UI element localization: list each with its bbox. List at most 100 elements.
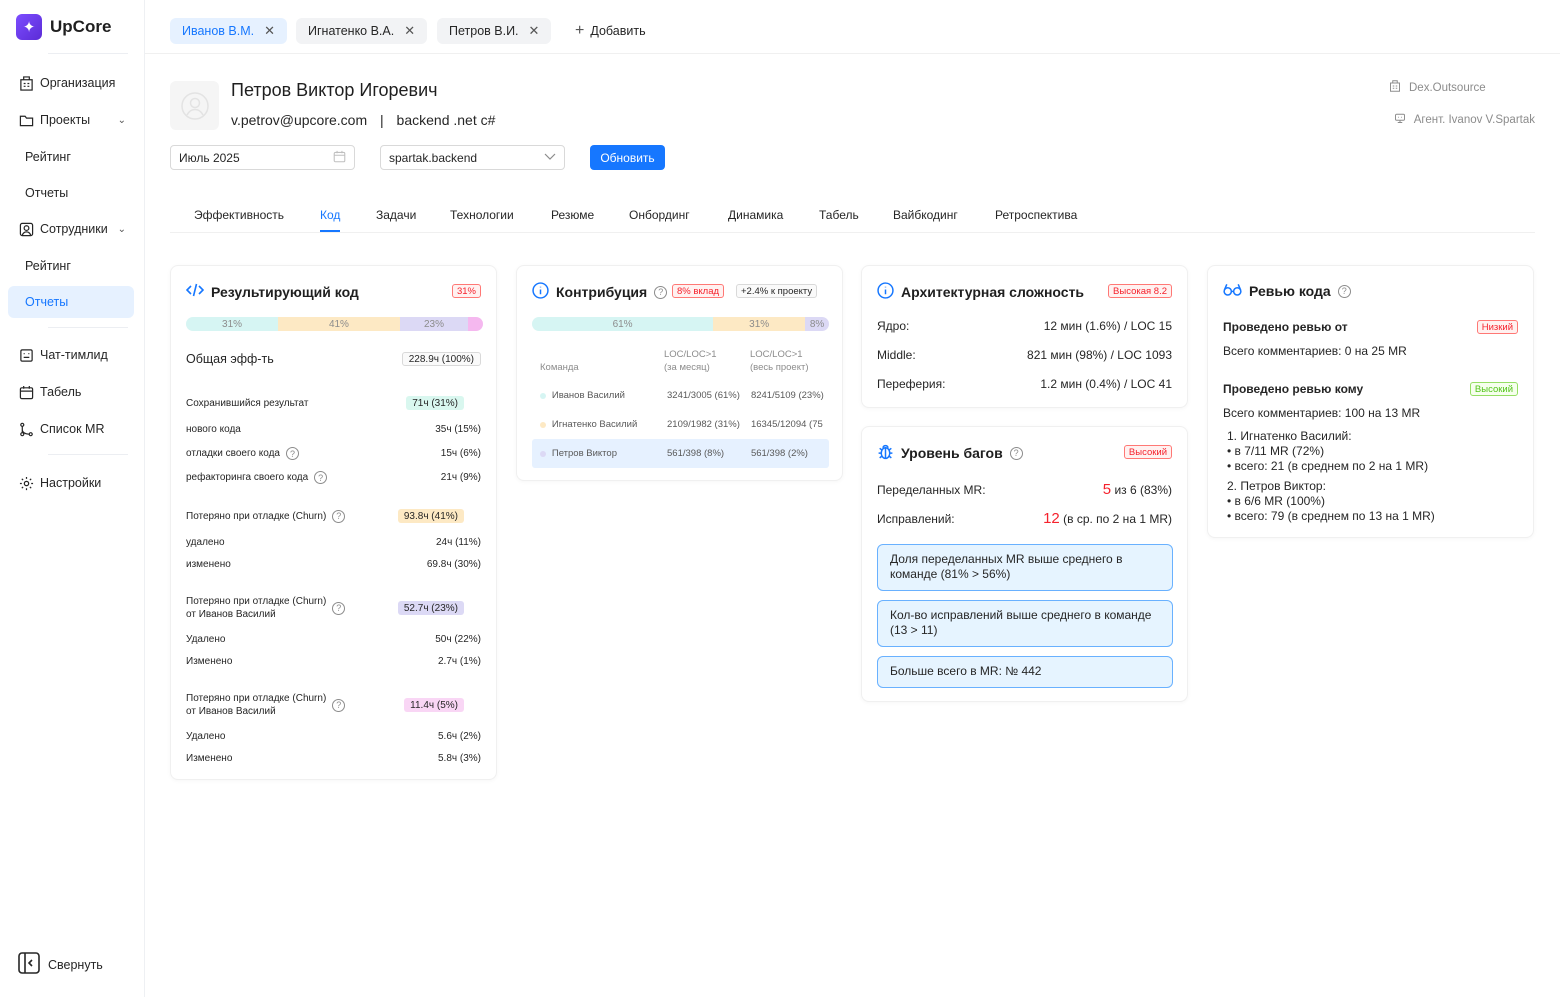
tab-dynamics[interactable]: Динамика (728, 208, 783, 222)
person-tab[interactable]: Иванов В.М. ✕ (170, 18, 288, 44)
help-icon[interactable]: ? (1009, 446, 1023, 460)
sidebar-item-projects-reports[interactable]: Отчеты (8, 177, 134, 209)
tab-technologies[interactable]: Технологии (450, 208, 514, 222)
collapse-button[interactable]: Свернуть (18, 952, 103, 977)
user-square-icon (18, 221, 34, 237)
complexity-tag: Высокая 8.2 (1108, 284, 1172, 298)
tab-timesheet[interactable]: Табель (819, 208, 859, 222)
close-icon[interactable]: ✕ (529, 23, 540, 39)
card-title: Контрибуция ? (532, 282, 668, 302)
bug-level-tag: Высокий (1123, 445, 1172, 459)
sidebar-item-label: Рейтинг (25, 150, 71, 164)
sidebar-item-settings[interactable]: Настройки (8, 467, 134, 499)
person-tab[interactable]: Игнатенко В.А. ✕ (296, 18, 428, 44)
tab-efficiency[interactable]: Эффективность (194, 208, 284, 222)
table-row[interactable]: Иванов Василий 3241/3005 (61%) 8241/5109 (… (532, 381, 829, 410)
info-icon (877, 282, 894, 302)
add-label: Добавить (590, 24, 646, 38)
help-icon[interactable]: ? (654, 285, 668, 299)
review-to-tag: Высокий (1469, 382, 1518, 396)
bar-segment: 31% (186, 317, 279, 331)
sparkle-icon: ✦ (16, 14, 42, 40)
add-person-button[interactable]: + Добавить (575, 18, 646, 44)
total-efficiency-value: 228.9ч (100%) (401, 352, 481, 366)
code-share-bar: 31% 41% 23% (186, 317, 483, 331)
churn-from-value: 52.7ч (23%) (397, 601, 464, 615)
churn-detail-row: Изменено 2.7ч (1%) (186, 656, 481, 667)
sidebar-item-employees-rating[interactable]: Рейтинг (8, 250, 134, 282)
contribution-card: Контрибуция ? 8% вклад +2.4% к проекту 6… (516, 265, 843, 481)
help-icon[interactable]: ? (332, 601, 346, 615)
sidebar-item-chat-teamlead[interactable]: Чат-тимлид (8, 339, 134, 371)
table-header: Команда LOC/LOC>1 (за месяц) LOC/LOC>1 (ве… (540, 349, 809, 373)
bar-segment: 8% (805, 317, 829, 331)
tab-onboarding[interactable]: Онбординг (629, 208, 690, 222)
arch-row: Переферия: 1.2 мин (0.4%) / LOC 41 (877, 377, 1172, 391)
tab-vibecoding[interactable]: Вайбкодинг (893, 208, 958, 222)
sidebar-item-employees-reports[interactable]: Отчеты (8, 286, 134, 318)
repo-select[interactable]: spartak.backend (380, 145, 565, 170)
folder-icon (18, 112, 34, 128)
remade-mr-row: Переделанных MR: 5 из 6 (83%) (877, 481, 1172, 498)
sidebar-item-mr-list[interactable]: Список MR (8, 413, 134, 445)
review-from-text: Всего комментариев: 0 на 25 MR (1223, 344, 1407, 358)
sidebar-item-label: Отчеты (25, 186, 69, 200)
sidebar-item-label: Список MR (40, 422, 105, 436)
bar-segment: 31% (713, 317, 806, 331)
sidebar-item-organization[interactable]: Организация (8, 67, 134, 99)
tab-code[interactable]: Код (320, 208, 341, 232)
update-button[interactable]: Обновить (590, 145, 665, 170)
architecture-card: Архитектурная сложность Высокая 8.2 Ядро… (861, 265, 1188, 408)
list-item: • в 6/6 MR (100%) (1227, 494, 1325, 508)
chevron-down-icon (544, 150, 556, 165)
saved-result-value: 71ч (31%) (406, 396, 464, 410)
resulting-code-card: Результирующий код 31% 31% 41% 23% Общая э… (170, 265, 497, 780)
avatar (170, 81, 219, 130)
card-title: Ревью кода ? (1223, 282, 1351, 300)
logo[interactable]: ✦ UpCore (16, 14, 111, 40)
app-name: UpCore (50, 17, 112, 36)
bar-segment: 23% (399, 317, 469, 331)
help-icon[interactable]: ? (286, 447, 299, 460)
agent-name: Агент. Ivanov V.Spartak (1413, 113, 1535, 126)
divider (48, 327, 128, 328)
review-from-label: Проведено ревью от (1223, 320, 1348, 334)
sidebar-item-projects-rating[interactable]: Рейтинг (8, 141, 134, 173)
sidebar: ✦ UpCore Организация Проекты ⌄ Рейтинг О… (0, 0, 145, 997)
company-info: Dex.Outsource (1389, 80, 1535, 95)
sidebar-item-employees[interactable]: Сотрудники ⌄ (8, 213, 134, 245)
calendar-icon (18, 384, 34, 400)
person-tab[interactable]: Петров В.И. ✕ (437, 18, 552, 44)
tab-resume[interactable]: Резюме (551, 208, 594, 222)
churn-row: Потеряно при отладке (Churn)? 93.8ч (41%… (186, 509, 481, 523)
contribution-tag: 8% вклад (672, 284, 725, 298)
table-row-selected[interactable]: Петров Виктор 561/398 (8%) 561/398 (2%) (532, 439, 829, 468)
tab-tasks[interactable]: Задачи (376, 208, 416, 222)
review-to-text: Всего комментариев: 100 на 13 MR (1223, 406, 1421, 420)
divider (48, 454, 128, 455)
project-delta-tag: +2.4% к проекту (736, 284, 818, 298)
churn-detail-row: Изменено 5.8ч (3%) (186, 753, 481, 764)
saved-result-row: Сохранившийся результат 71ч (31%) (186, 396, 481, 410)
help-icon[interactable]: ? (332, 698, 346, 712)
table-row[interactable]: Игнатенко Василий 2109/1982 (31%) 16345/12… (532, 410, 829, 439)
gear-icon (18, 475, 34, 491)
sidebar-item-label: Отчеты (25, 295, 69, 309)
close-icon[interactable]: ✕ (264, 23, 275, 39)
tab-retrospective[interactable]: Ретроспектива (995, 208, 1077, 222)
churn-from-row: Потеряно при отладке (Churn) от Иванов Ва… (186, 692, 481, 718)
month-picker[interactable]: Июль 2025 (170, 145, 355, 170)
close-icon[interactable]: ✕ (404, 23, 415, 39)
sidebar-item-timesheet[interactable]: Табель (8, 376, 134, 408)
sidebar-item-projects[interactable]: Проекты ⌄ (8, 104, 134, 136)
saved-row: отладки своего кода? 15ч (6%) (186, 447, 481, 460)
agent-info: Агент. Ivanov V.Spartak (1394, 112, 1535, 127)
help-icon[interactable]: ? (314, 471, 328, 484)
fixes-row: Исправлений: 12 (в ср. по 2 на 1 MR) (877, 510, 1172, 527)
help-icon[interactable]: ? (332, 509, 346, 523)
help-icon[interactable]: ? (1337, 284, 1351, 298)
person-tab-label: Петров В.И. (449, 24, 519, 38)
contribution-share-bar: 61% 31% 8% (532, 317, 829, 331)
sidebar-item-label: Сотрудники (40, 222, 108, 236)
arch-row: Ядро: 12 мин (1.6%) / LOC 15 (877, 319, 1172, 333)
